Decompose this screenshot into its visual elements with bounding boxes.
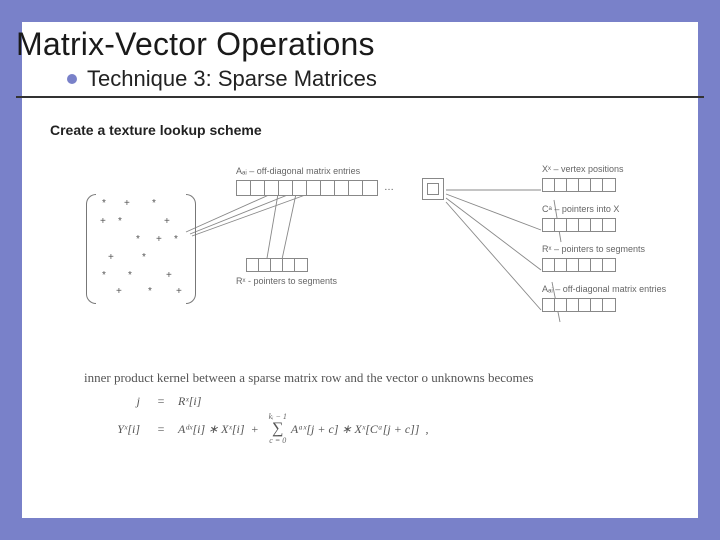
label-ptrseg-left: Rˣ - pointers to segments (236, 276, 337, 286)
paren-left-icon (86, 194, 96, 304)
sigma-icon: kᵢ − 1 ∑ c = 0 (269, 413, 287, 445)
formula-lead-text: inner product kernel between a sparse ma… (84, 370, 644, 386)
nonzero-markers: * + * + * + * + * + * * * + + * + (96, 194, 186, 304)
vertex-positions-strip (542, 178, 616, 192)
slide-frame: Matrix-Vector Operations Technique 3: Sp… (0, 0, 720, 540)
label-vertex-positions: Xˣ – vertex positions (542, 164, 624, 174)
eq2-termA: Aᵈˣ[i] ∗ Xˣ[i] (178, 422, 245, 437)
eq2-plus: + (251, 422, 259, 437)
subtitle-row: Technique 3: Sparse Matrices (67, 66, 377, 92)
paren-right-icon (186, 194, 196, 304)
lookup-box (422, 178, 444, 200)
eq1-rhs: Rˣ[i] (178, 394, 201, 409)
eq1-eq: = (154, 394, 168, 409)
label-ptrseg-right: Rˣ – pointers to segments (542, 244, 645, 254)
segment-pointer-strip (246, 258, 308, 272)
formula-block: inner product kernel between a sparse ma… (84, 370, 644, 445)
eq2-lhs: Yˣ[i] (84, 422, 140, 437)
eq2-termB: Aᵃˣ[j + c] ∗ Xˣ[Cᵃ[j + c]] (291, 422, 420, 437)
label-offdiag-right: Aₐᵢ – off-diagonal matrix entries (542, 284, 666, 294)
formula-row-1: j = Rˣ[i] (84, 394, 644, 409)
ptrseg-right-strip (542, 258, 616, 272)
label-offdiag-left: Aₐᵢ – off-diagonal matrix entries (236, 166, 360, 176)
divider-line (16, 96, 704, 98)
slide-title: Matrix-Vector Operations (16, 26, 375, 63)
eq1-lhs: j (84, 394, 140, 409)
description-text: Create a texture lookup scheme (50, 122, 262, 138)
sparse-matrix-bracket: * + * + * + * + * + * * * + + * + (86, 194, 196, 304)
eq2-eq: = (154, 422, 168, 437)
offdiag-entries-strip (236, 180, 378, 196)
ellipsis: … (384, 182, 394, 193)
formula-row-2: Yˣ[i] = Aᵈˣ[i] ∗ Xˣ[i] + kᵢ − 1 ∑ c = 0 … (84, 413, 644, 445)
bullet-icon (67, 74, 77, 84)
offdiag-right-strip (542, 298, 616, 312)
label-pointers-x: Cᵃ – pointers into X (542, 204, 619, 214)
eq2-tail: , (425, 422, 428, 437)
texture-lookup-diagram: * + * + * + * + * + * * * + + * + Aₐᵢ – … (86, 172, 646, 362)
slide-subtitle: Technique 3: Sparse Matrices (87, 66, 377, 92)
sigma-bot: c = 0 (269, 437, 286, 445)
pointers-x-strip (542, 218, 616, 232)
